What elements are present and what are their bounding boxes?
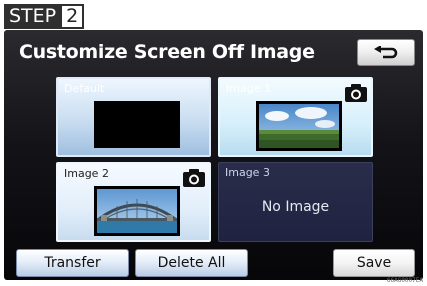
step-number: 2 <box>60 4 85 29</box>
screen-title: Customize Screen Off Image <box>19 41 315 63</box>
camera-icon[interactable] <box>182 168 206 188</box>
delete-all-button[interactable]: Delete All <box>135 249 248 277</box>
step-label: STEP <box>4 4 61 29</box>
back-button[interactable] <box>357 39 415 66</box>
customize-screen: Customize Screen Off Image Default Image… <box>4 30 423 280</box>
image-2-thumbnail <box>94 186 180 236</box>
image-1-thumbnail <box>256 101 342 151</box>
tile-default-label: Default <box>64 82 105 95</box>
tile-image-3-label: Image 3 <box>225 166 270 179</box>
no-image-text: No Image <box>261 199 330 215</box>
transfer-button[interactable]: Transfer <box>16 249 129 277</box>
tile-default[interactable]: Default <box>56 77 211 157</box>
default-thumbnail <box>94 101 180 148</box>
tile-image-2[interactable]: Image 2 <box>56 162 211 242</box>
camera-icon[interactable] <box>344 83 368 103</box>
step-indicator: STEP 2 <box>4 4 85 29</box>
save-button[interactable]: Save <box>333 249 415 277</box>
return-arrow-icon <box>374 45 398 58</box>
tile-image-1-label: Image 1 <box>226 82 271 95</box>
tile-image-3[interactable]: Image 3 No Image <box>218 162 373 242</box>
tile-image-1[interactable]: Image 1 <box>218 77 373 157</box>
tile-image-2-label: Image 2 <box>64 167 109 180</box>
figure-code: 66AG0007EA <box>386 277 423 284</box>
